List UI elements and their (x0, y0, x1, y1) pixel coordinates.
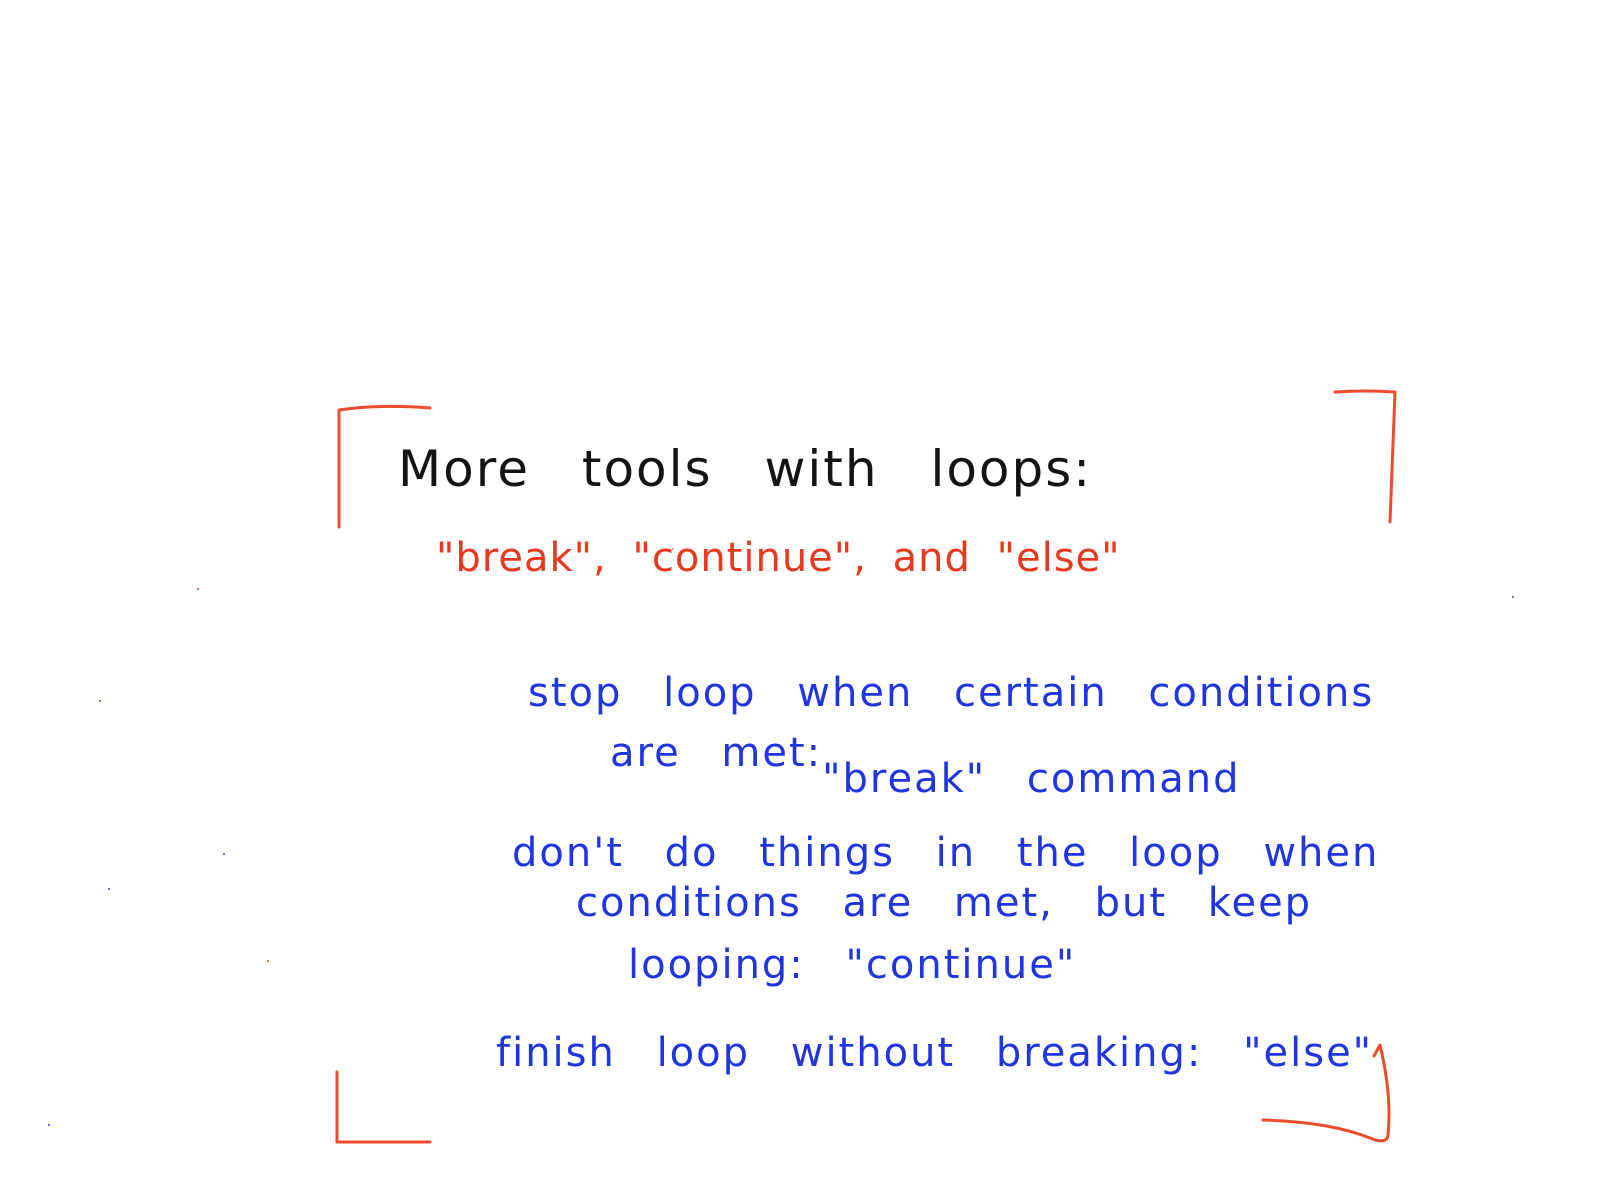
break-note-line-1: stop loop when certain conditions (528, 670, 1375, 716)
stray-dot (99, 700, 101, 702)
continue-note-line-3: looping: "continue" (628, 942, 1077, 988)
notes-page: More tools with loops: "break", "continu… (0, 0, 1600, 1200)
bracket-bottom-left (335, 1070, 432, 1144)
stray-dot (1512, 596, 1514, 598)
notes-subtitle: "break", "continue", and "else" (436, 535, 1121, 581)
break-command-keyword: "break" command (822, 756, 1241, 802)
continue-note-line-1: don't do things in the loop when (512, 830, 1380, 876)
stray-dot (223, 853, 225, 855)
bracket-top-right (1333, 389, 1397, 524)
notes-title: More tools with loops: (398, 440, 1093, 498)
stray-dot (108, 888, 110, 890)
stray-dot (267, 960, 269, 962)
red-frame-brackets (335, 389, 1397, 1144)
break-note-line-2: are met:"break" command (610, 730, 1241, 802)
stray-dot (197, 588, 199, 590)
break-note-prefix: are met: (610, 730, 823, 776)
continue-note-line-2: conditions are met, but keep (576, 880, 1313, 926)
else-note-line: finish loop without breaking: "else" (496, 1030, 1374, 1076)
stray-dot (48, 1124, 50, 1126)
